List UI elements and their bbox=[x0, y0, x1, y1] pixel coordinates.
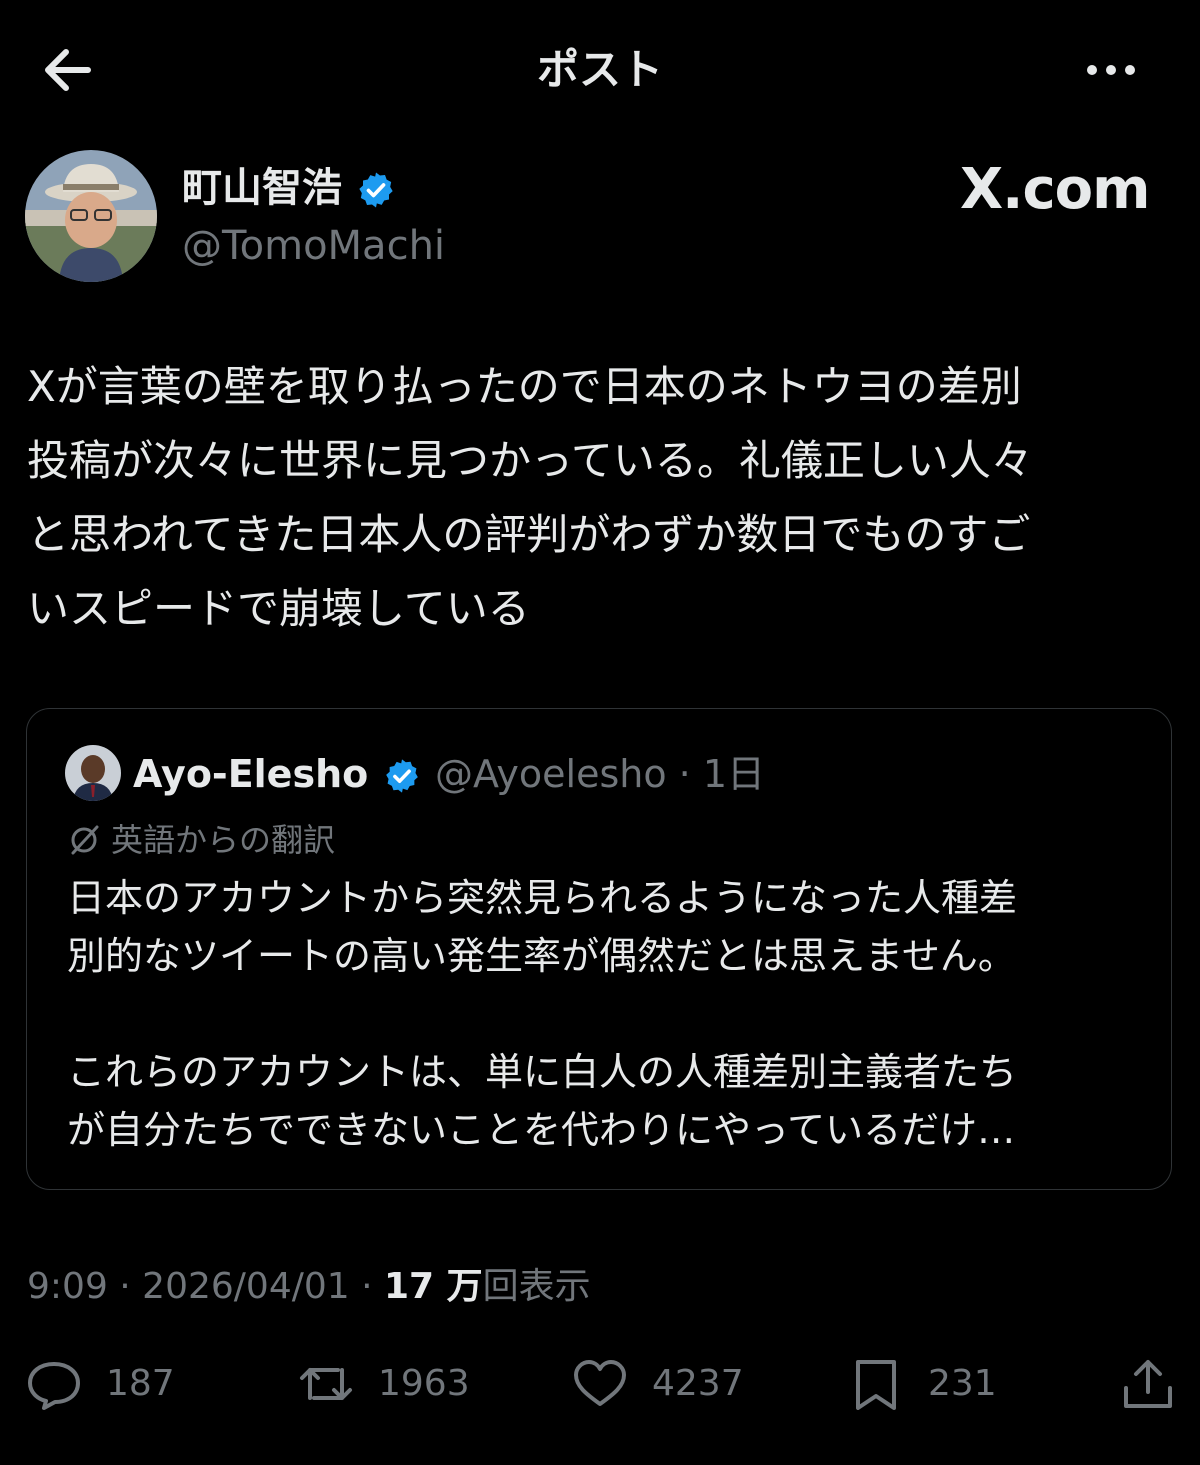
translate-icon bbox=[71, 825, 99, 855]
share-button[interactable] bbox=[1120, 1354, 1176, 1414]
bookmark-icon bbox=[856, 1360, 896, 1410]
post-timestamp[interactable]: 9:09 · 2026/04/01 · bbox=[27, 1266, 384, 1307]
quoted-author-name: Ayo-Elesho bbox=[133, 752, 369, 796]
verified-icon bbox=[386, 759, 418, 793]
like-count: 4237 bbox=[652, 1363, 744, 1404]
reply-count: 187 bbox=[106, 1363, 175, 1404]
like-button[interactable]: 4237 bbox=[572, 1354, 772, 1414]
quoted-post-text: 日本のアカウントから突然見られるようになった人種差 別的なツイートの高い発生率が… bbox=[67, 876, 1018, 1152]
like-icon bbox=[574, 1360, 626, 1406]
reply-button[interactable]: 187 bbox=[26, 1354, 186, 1414]
author-avatar[interactable] bbox=[25, 150, 157, 282]
translation-label: 英語からの翻訳 bbox=[111, 821, 336, 859]
more-icon bbox=[1087, 65, 1135, 75]
post-meta: 9:09 · 2026/04/01 · 17 万回表示 bbox=[27, 1262, 591, 1312]
views-count: 17 万 bbox=[384, 1266, 483, 1307]
author-name[interactable]: 町山智浩 bbox=[182, 162, 342, 214]
action-bar: 187 1963 4237 231 bbox=[0, 1340, 1200, 1430]
repost-count: 1963 bbox=[378, 1363, 470, 1404]
watermark: X.com bbox=[960, 157, 1150, 222]
share-icon bbox=[1124, 1360, 1172, 1408]
page-title: ポスト bbox=[536, 45, 663, 94]
more-options-button[interactable] bbox=[1080, 50, 1144, 90]
repost-icon bbox=[300, 1368, 352, 1400]
views-label: 回表示 bbox=[482, 1266, 591, 1307]
repost-button[interactable]: 1963 bbox=[298, 1354, 498, 1414]
bookmark-button[interactable]: 231 bbox=[848, 1354, 1018, 1414]
post-text: Xが言葉の壁を取り払ったので日本のネトウヨの差別 投稿が次々に世界に見つかってい… bbox=[27, 362, 1033, 633]
top-bar: ポスト bbox=[0, 0, 1200, 140]
author-handle[interactable]: @TomoMachi bbox=[182, 220, 445, 272]
quoted-author-avatar bbox=[65, 745, 121, 801]
bookmark-count: 231 bbox=[928, 1363, 997, 1404]
reply-icon bbox=[28, 1362, 80, 1410]
verified-icon bbox=[359, 172, 393, 208]
quoted-post[interactable]: Ayo-Elesho @Ayoelesho · 1日 英語からの翻訳 日本のアカ… bbox=[26, 708, 1172, 1190]
quoted-author-handle: @Ayoelesho · 1日 bbox=[435, 752, 766, 796]
